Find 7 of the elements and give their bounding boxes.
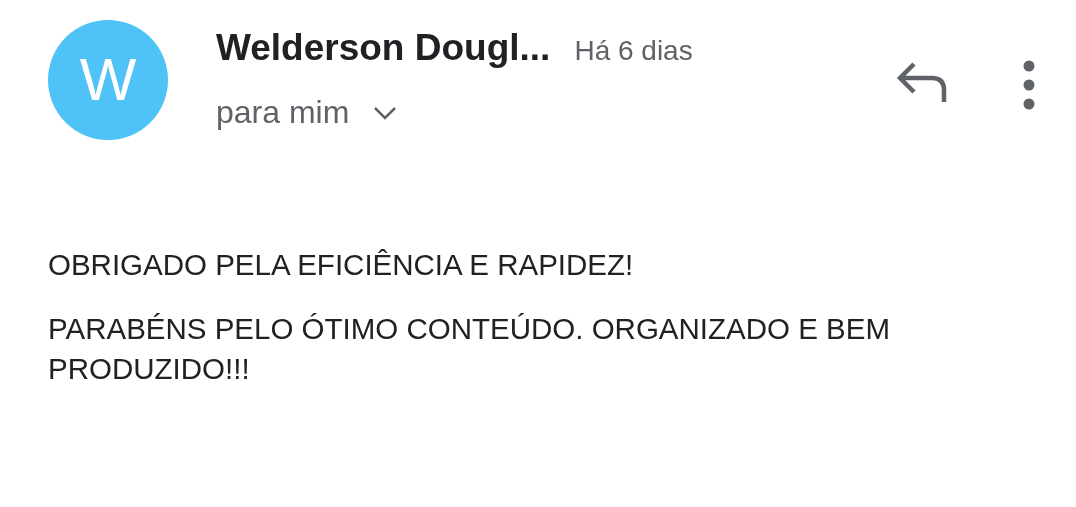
message-paragraph: PARABÉNS PELO ÓTIMO CONTEÚDO. ORGANIZADO E BEM PRODUZIDO!!!: [48, 310, 891, 387]
recipient-label: para mim: [216, 93, 350, 132]
timestamp: Há 6 dias: [574, 34, 693, 68]
more-options-icon[interactable]: [1022, 60, 1036, 110]
avatar: W: [48, 20, 168, 140]
message-paragraph: OBRIGADO PELA EFICIÊNCIA E RAPIDEZ!: [48, 247, 635, 283]
sender-name: Welderson Dougl...: [216, 28, 551, 69]
